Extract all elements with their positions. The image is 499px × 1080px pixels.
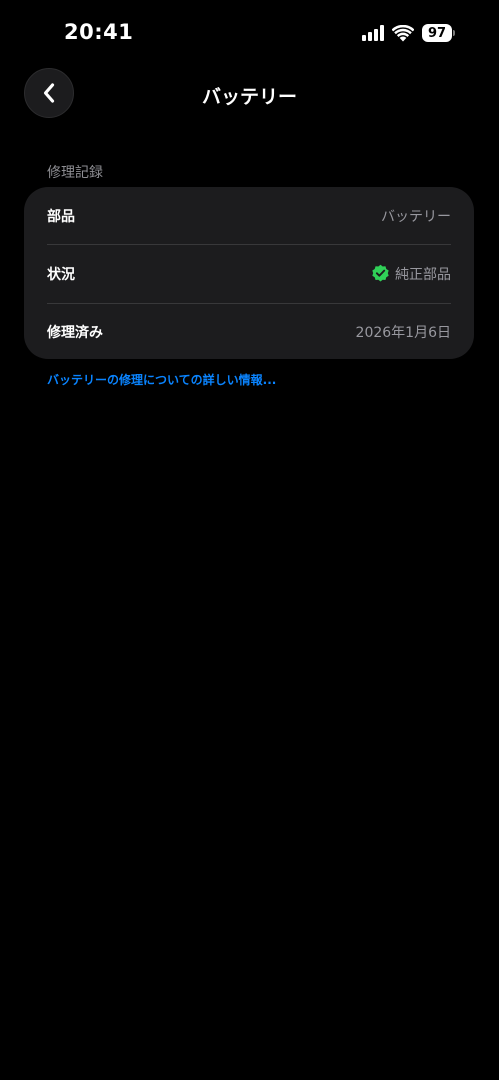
wifi-icon (392, 24, 414, 41)
battery-icon: 97 (422, 24, 455, 42)
row-status-label: 状況 (47, 266, 75, 283)
status-bar: 20:41 97 (0, 0, 499, 60)
row-part-label: 部品 (47, 208, 75, 225)
row-part-value: バッテリー (381, 208, 451, 225)
status-time: 20:41 (64, 20, 134, 44)
cellular-signal-icon (362, 25, 384, 41)
row-part: 部品 バッテリー (47, 187, 451, 246)
verified-badge-icon (372, 265, 389, 282)
page-title: バッテリー (201, 86, 297, 108)
status-indicators: 97 (362, 22, 455, 44)
row-status: 状況 純正部品 (47, 245, 451, 304)
repair-history-card: 部品 バッテリー 状況 純正部品 修理済み 2026年1月6日 (24, 187, 474, 359)
battery-level: 97 (422, 24, 452, 42)
row-repaired-date-value: 2026年1月6日 (355, 325, 451, 342)
battery-repair-info-link[interactable]: バッテリーの修理についての詳しい情報... (47, 371, 276, 388)
navigation-bar: バッテリー (0, 68, 499, 120)
row-status-value: 純正部品 (395, 266, 451, 283)
section-header-repair-history: 修理記録 (47, 165, 103, 181)
row-repaired-date-label: 修理済み (47, 325, 103, 342)
row-repaired-date: 修理済み 2026年1月6日 (47, 304, 451, 361)
